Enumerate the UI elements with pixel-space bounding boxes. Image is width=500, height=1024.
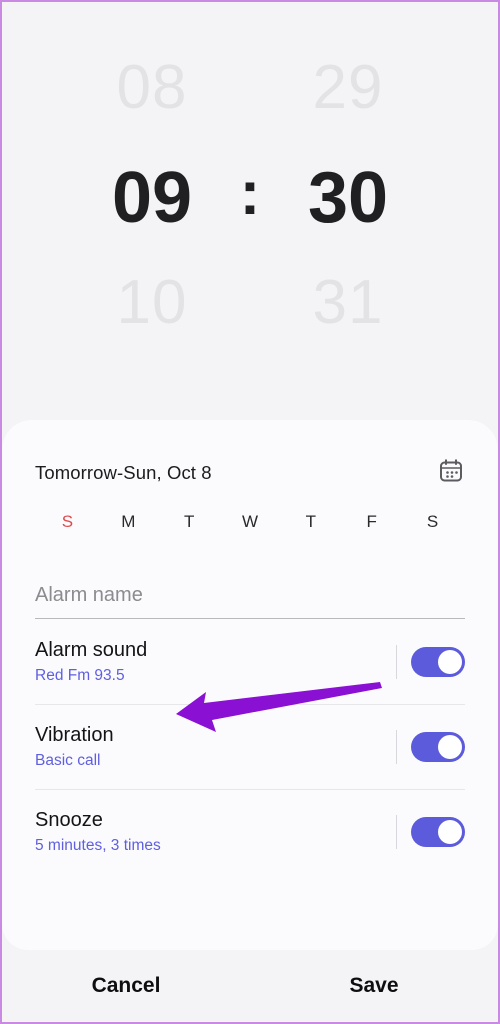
- weekday-fri[interactable]: F: [341, 512, 402, 532]
- toggle-divider: [396, 729, 397, 764]
- alarm-sound-subtitle: Red Fm 93.5: [35, 666, 125, 684]
- toggle-knob: [438, 819, 462, 844]
- alarm-edit-screen: 08 29 09 : 30 10 31 Tomorrow-Sun, Oct 8: [0, 0, 500, 1024]
- vibration-toggle[interactable]: [411, 731, 465, 762]
- time-picker-selected-row[interactable]: 09 : 30: [2, 162, 498, 234]
- vibration-toggle-wrap: [396, 729, 465, 764]
- vibration-subtitle: Basic call: [35, 751, 101, 769]
- toggle-knob: [438, 734, 462, 759]
- hour-selected[interactable]: 09: [72, 162, 232, 234]
- alarm-sound-title: Alarm sound: [35, 638, 148, 661]
- calendar-icon[interactable]: [437, 457, 465, 490]
- snooze-toggle-wrap: [396, 814, 465, 849]
- snooze-subtitle: 5 minutes, 3 times: [35, 836, 161, 854]
- hour-next[interactable]: 10: [72, 272, 232, 334]
- weekday-thu[interactable]: T: [280, 512, 341, 532]
- alarm-sound-toggle[interactable]: [411, 646, 465, 677]
- weekday-wed[interactable]: W: [220, 512, 281, 532]
- weekday-selector[interactable]: S M T W T F S: [35, 512, 465, 532]
- save-button[interactable]: Save: [250, 964, 498, 1008]
- sheet-content: Tomorrow-Sun, Oct 8 S M T W T F S Alarm …: [2, 420, 498, 874]
- alarm-options-sheet: Tomorrow-Sun, Oct 8 S M T W T F S Alarm …: [2, 420, 498, 950]
- weekday-mon[interactable]: M: [98, 512, 159, 532]
- toggle-divider: [396, 644, 397, 679]
- weekday-tue[interactable]: T: [159, 512, 220, 532]
- minute-previous[interactable]: 29: [268, 57, 428, 119]
- time-picker-next-row[interactable]: 10 31: [2, 272, 498, 334]
- minute-selected[interactable]: 30: [268, 162, 428, 234]
- vibration-title: Vibration: [35, 723, 114, 746]
- alarm-sound-toggle-wrap: [396, 644, 465, 679]
- weekday-sun[interactable]: S: [37, 512, 98, 532]
- alarm-name-input[interactable]: [35, 584, 465, 607]
- weekday-sat[interactable]: S: [402, 512, 463, 532]
- setting-row-snooze[interactable]: Snooze 5 minutes, 3 times: [35, 789, 465, 874]
- time-picker[interactable]: 08 29 09 : 30 10 31: [2, 2, 498, 420]
- toggle-divider: [396, 814, 397, 849]
- bottom-action-bar: Cancel Save: [2, 950, 498, 1022]
- setting-row-vibration[interactable]: Vibration Basic call: [35, 704, 465, 789]
- time-separator: :: [239, 159, 261, 228]
- time-picker-previous-row[interactable]: 08 29: [2, 57, 498, 119]
- hour-previous[interactable]: 08: [72, 57, 232, 119]
- cancel-button[interactable]: Cancel: [2, 964, 250, 1008]
- snooze-toggle[interactable]: [411, 816, 465, 847]
- setting-texts: Snooze 5 minutes, 3 times: [35, 809, 161, 855]
- minute-next[interactable]: 31: [268, 272, 428, 334]
- date-row[interactable]: Tomorrow-Sun, Oct 8: [35, 420, 465, 504]
- setting-texts: Vibration Basic call: [35, 724, 114, 770]
- alarm-name-field[interactable]: [35, 584, 465, 619]
- setting-texts: Alarm sound Red Fm 93.5: [35, 639, 147, 685]
- setting-row-alarm-sound[interactable]: Alarm sound Red Fm 93.5: [35, 619, 465, 704]
- snooze-title: Snooze: [35, 808, 103, 831]
- date-label: Tomorrow-Sun, Oct 8: [35, 462, 212, 483]
- toggle-knob: [438, 649, 462, 674]
